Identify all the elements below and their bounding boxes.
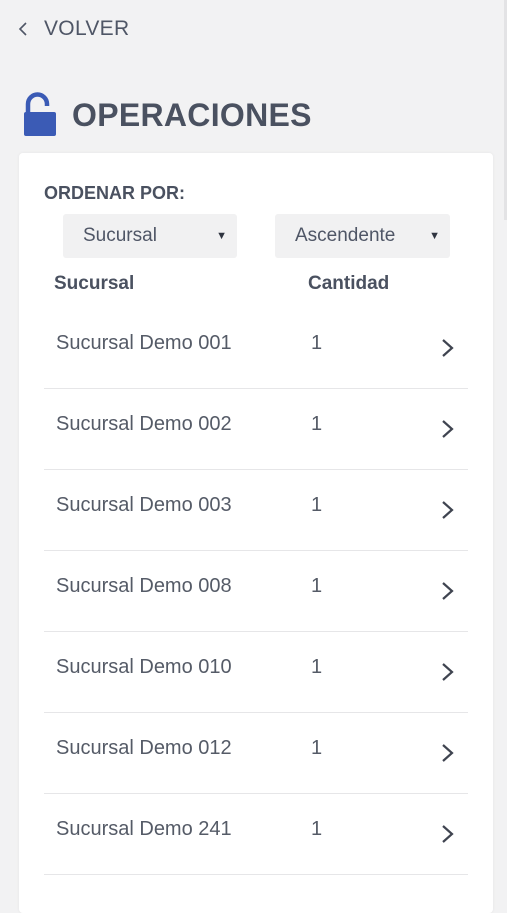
- page-header: OPERACIONES: [22, 92, 312, 138]
- chevron-right-icon[interactable]: [440, 335, 456, 361]
- row-quantity: 1: [311, 818, 323, 840]
- chevron-right-icon[interactable]: [440, 497, 456, 523]
- sucursal-list: Sucursal Demo 001 1 Sucursal Demo 002 1 …: [44, 308, 468, 875]
- sort-field-select[interactable]: Sucursal ▼: [63, 214, 237, 258]
- row-quantity: 1: [311, 737, 323, 759]
- sort-order-value: Ascendente: [295, 225, 396, 246]
- row-quantity: 1: [311, 575, 323, 597]
- back-label: VOLVER: [44, 17, 130, 40]
- row-quantity: 1: [311, 656, 323, 678]
- row-quantity: 1: [311, 413, 323, 435]
- sort-order-select[interactable]: Ascendente ▼: [275, 214, 450, 258]
- row-name: Sucursal Demo 003: [56, 494, 232, 516]
- table-row[interactable]: Sucursal Demo 010 1: [44, 632, 468, 713]
- row-name: Sucursal Demo 002: [56, 413, 232, 435]
- row-name: Sucursal Demo 008: [56, 575, 232, 597]
- sort-label: ORDENAR POR:: [44, 183, 186, 203]
- row-name: Sucursal Demo 241: [56, 818, 232, 840]
- chevron-right-icon[interactable]: [440, 578, 456, 604]
- chevron-left-icon: [14, 20, 32, 38]
- row-quantity: 1: [311, 332, 323, 354]
- row-name: Sucursal Demo 010: [56, 656, 232, 678]
- table-row[interactable]: Sucursal Demo 003 1: [44, 470, 468, 551]
- table-row[interactable]: Sucursal Demo 008 1: [44, 551, 468, 632]
- table-row[interactable]: Sucursal Demo 241 1: [44, 794, 468, 875]
- operations-card: ORDENAR POR: Sucursal ▼ Ascendente ▼ Suc…: [19, 153, 493, 913]
- caret-down-icon: ▼: [429, 230, 440, 242]
- row-name: Sucursal Demo 001: [56, 332, 232, 354]
- sort-field-value: Sucursal: [83, 225, 157, 246]
- column-header-cantidad: Cantidad: [308, 273, 390, 294]
- back-button[interactable]: VOLVER: [14, 14, 129, 44]
- row-quantity: 1: [311, 494, 323, 516]
- chevron-right-icon[interactable]: [440, 659, 456, 685]
- chevron-right-icon[interactable]: [440, 821, 456, 847]
- caret-down-icon: ▼: [216, 230, 227, 242]
- table-row[interactable]: Sucursal Demo 002 1: [44, 389, 468, 470]
- chevron-right-icon[interactable]: [440, 416, 456, 442]
- row-name: Sucursal Demo 012: [56, 737, 232, 759]
- chevron-right-icon[interactable]: [440, 740, 456, 766]
- lock-open-icon: [24, 92, 56, 136]
- page-title: OPERACIONES: [72, 96, 312, 133]
- column-header-sucursal: Sucursal: [54, 273, 135, 294]
- table-row[interactable]: Sucursal Demo 012 1: [44, 713, 468, 794]
- table-row[interactable]: Sucursal Demo 001 1: [44, 308, 468, 389]
